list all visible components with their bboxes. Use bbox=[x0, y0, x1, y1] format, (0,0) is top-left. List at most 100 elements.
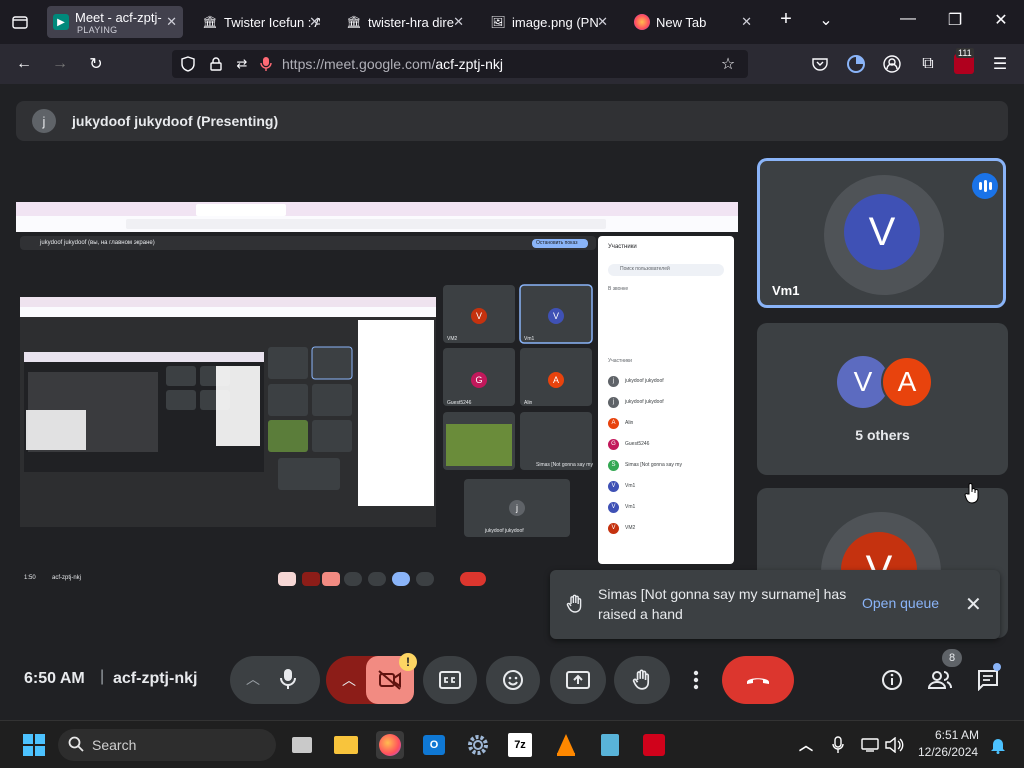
shared-participant-avatar: V bbox=[608, 501, 619, 513]
raise-hand-button[interactable] bbox=[614, 656, 670, 704]
shared-participant-name: Vm1 bbox=[625, 504, 636, 510]
people-button[interactable] bbox=[924, 664, 956, 696]
taskbar-clock-date[interactable]: 12/26/2024 bbox=[918, 745, 978, 759]
permissions-icon[interactable]: ⇄ bbox=[232, 54, 252, 74]
close-tab-icon[interactable]: ✕ bbox=[166, 14, 177, 30]
participant-tile-others[interactable]: V A 5 others bbox=[757, 323, 1008, 475]
more-options-button[interactable] bbox=[678, 656, 714, 704]
avatar: A bbox=[881, 356, 933, 408]
lock-icon[interactable] bbox=[206, 54, 226, 74]
extensions-puzzle-icon[interactable]: ⧉ bbox=[918, 54, 938, 74]
restore-icon[interactable]: ❐ bbox=[943, 10, 967, 30]
notification-bell-icon[interactable] bbox=[984, 731, 1012, 759]
shield-icon[interactable] bbox=[178, 54, 198, 74]
shared-participant-name: VM2 bbox=[625, 525, 636, 531]
extension-badge-icon[interactable]: 111 bbox=[954, 48, 974, 74]
tab-new-tab[interactable]: New Tab ✕ bbox=[628, 6, 758, 38]
url-bar[interactable]: ⇄ https://meet.google.com/acf-zptj-nkj ☆ bbox=[172, 50, 748, 78]
shared-participant-avatar: V bbox=[608, 522, 619, 534]
tab-image-png[interactable]: 🖼 image.png (PNG ✕ bbox=[484, 6, 614, 38]
shared-participant-name: Guest5246 bbox=[625, 441, 650, 447]
chevron-up-icon: ︿ bbox=[342, 672, 356, 688]
firefox-icon[interactable] bbox=[376, 731, 404, 759]
shared-participant-avatar: j bbox=[608, 375, 619, 387]
show-hidden-icons-chevron-icon[interactable]: ︿ bbox=[792, 731, 820, 759]
outlook-icon[interactable]: O bbox=[420, 731, 448, 759]
meeting-info-button[interactable] bbox=[876, 664, 908, 696]
audio-control-group: ︿ bbox=[230, 656, 320, 704]
volume-icon[interactable] bbox=[880, 731, 908, 759]
menu-hamburger-icon[interactable]: ☰ bbox=[990, 54, 1010, 74]
shared-participant-avatar: A bbox=[608, 417, 619, 429]
shared-tile-avatar: A bbox=[548, 372, 564, 388]
reload-icon[interactable]: ↻ bbox=[86, 54, 106, 74]
close-tab-icon[interactable]: ✕ bbox=[597, 14, 608, 30]
pocket-icon[interactable] bbox=[810, 54, 830, 74]
bookmark-star-icon[interactable]: ☆ bbox=[718, 54, 738, 74]
navigation-toolbar: ← → ↻ ⇄ https://meet.google.com/acf-zptj… bbox=[0, 44, 1024, 84]
7zip-icon[interactable]: 7z bbox=[508, 733, 532, 757]
shared-inner-time: 1:50 bbox=[24, 575, 36, 581]
microphone-button[interactable] bbox=[280, 668, 296, 695]
raised-hand-icon bbox=[566, 594, 586, 614]
tab-meet[interactable]: ▶ Meet - acf-zptj- PLAYING ✕ bbox=[47, 6, 183, 38]
shared-participant-row: V Vm1 bbox=[608, 479, 635, 493]
captions-button[interactable] bbox=[423, 656, 477, 704]
tab-overview-icon[interactable] bbox=[10, 12, 30, 32]
app-red-icon[interactable] bbox=[640, 731, 668, 759]
close-tab-icon[interactable]: ✕ bbox=[741, 14, 752, 30]
shared-participant-avatar: S bbox=[608, 459, 619, 471]
windows-start-icon[interactable] bbox=[20, 731, 48, 759]
shared-screen: jukydoof jukydoof (вы, на главном экране… bbox=[16, 202, 738, 594]
close-window-icon[interactable]: ✕ bbox=[989, 10, 1013, 30]
forward-icon[interactable]: → bbox=[50, 54, 70, 74]
taskbar-search[interactable]: Search bbox=[58, 729, 276, 761]
tab-twister-icefun[interactable]: 🏛 Twister Icefun : A ✕ bbox=[196, 6, 326, 38]
browser-tab-bar: ▶ Meet - acf-zptj- PLAYING ✕ 🏛 Twister I… bbox=[0, 0, 1024, 44]
settings-gear-icon[interactable] bbox=[464, 731, 492, 759]
shared-contributors-label: Участники bbox=[608, 358, 632, 364]
microphone-tray-icon[interactable] bbox=[824, 731, 852, 759]
shared-panel-title: Участники bbox=[608, 244, 637, 250]
image-icon: 🖼 bbox=[490, 15, 506, 29]
taskbar-clock-time[interactable]: 6:51 AM bbox=[934, 728, 980, 742]
account-icon[interactable] bbox=[882, 54, 902, 74]
shared-panel-search: Поиск пользователей bbox=[620, 266, 670, 272]
shared-participant-row: V VM2 bbox=[608, 521, 635, 535]
present-screen-button[interactable] bbox=[550, 656, 606, 704]
chat-icon bbox=[978, 670, 998, 691]
vlc-icon[interactable] bbox=[552, 731, 580, 759]
shared-panel-sub: В звонке bbox=[608, 286, 629, 292]
minimize-icon[interactable]: — bbox=[896, 10, 920, 28]
shared-participant-row: j jukydoof jukydoof bbox=[608, 395, 664, 409]
open-queue-button[interactable]: Open queue bbox=[862, 595, 939, 611]
tab-twister-hra[interactable]: 🏛 twister-hra direc ✕ bbox=[340, 6, 470, 38]
file-explorer-icon[interactable] bbox=[332, 731, 360, 759]
shared-tile-avatar: j bbox=[509, 500, 525, 516]
presenter-avatar: j bbox=[32, 109, 56, 133]
end-call-button[interactable] bbox=[722, 656, 794, 704]
shared-tile-avatar: V bbox=[471, 308, 487, 324]
close-tab-icon[interactable]: ✕ bbox=[309, 14, 320, 30]
shared-participant-name: jukydoof jukydoof bbox=[625, 399, 664, 405]
notepad-icon[interactable] bbox=[596, 731, 624, 759]
footer-separator: | bbox=[100, 668, 105, 685]
new-tab-icon[interactable]: + bbox=[774, 8, 798, 31]
chevron-up-icon[interactable]: ︿ bbox=[246, 669, 260, 689]
tab-title: Meet - acf-zptj- bbox=[75, 9, 162, 25]
task-view-icon[interactable] bbox=[288, 731, 316, 759]
reactions-button[interactable] bbox=[486, 656, 540, 704]
microphone-in-use-icon[interactable] bbox=[256, 54, 276, 74]
shared-tile-name: Alin bbox=[524, 400, 533, 406]
people-count-badge: 8 bbox=[942, 649, 962, 667]
shared-header-text: jukydoof jukydoof (вы, на главном экране… bbox=[40, 240, 155, 246]
list-tabs-chevron-icon[interactable]: ⌄ bbox=[814, 10, 838, 30]
back-icon[interactable]: ← bbox=[14, 54, 34, 74]
close-notification-icon[interactable]: ✕ bbox=[965, 592, 982, 617]
raised-hand-notification: Simas [Not gonna say my surname] has rai… bbox=[550, 570, 1000, 639]
close-tab-icon[interactable]: ✕ bbox=[453, 14, 464, 30]
search-icon bbox=[68, 736, 84, 757]
url-text[interactable]: https://meet.google.com/acf-zptj-nkj bbox=[282, 56, 503, 72]
colorways-icon[interactable] bbox=[846, 54, 866, 74]
participant-tile-vm1[interactable]: V Vm1 bbox=[757, 158, 1006, 308]
